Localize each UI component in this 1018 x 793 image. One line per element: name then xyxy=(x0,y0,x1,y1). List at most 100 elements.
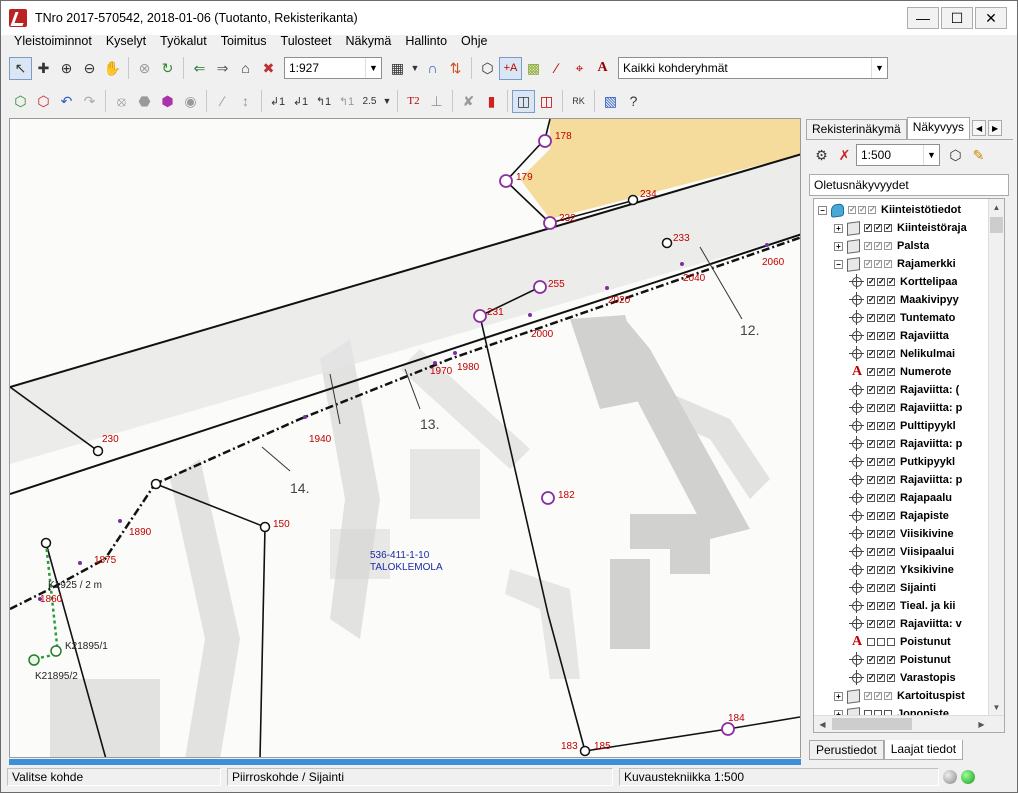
visibility-checkbox[interactable]: ✓ xyxy=(848,206,856,214)
visibility-checkbox[interactable]: ✓ xyxy=(868,206,876,214)
visibility-checkbox[interactable]: ✓ xyxy=(867,350,875,358)
visibility-checkbox[interactable]: ✓ xyxy=(884,692,892,700)
crosshair-icon[interactable]: ✚ xyxy=(32,57,55,80)
split-view-icon[interactable]: ◫ xyxy=(535,90,558,113)
tree-row[interactable]: ✓ ✓ ✓ Yksikivine xyxy=(849,561,954,579)
visibility-checkbox[interactable]: ✓ xyxy=(887,584,895,592)
tree-row[interactable]: ✓ ✓ ✓ Viisikivine xyxy=(849,525,954,543)
visibility-checkbox[interactable]: ✓ xyxy=(877,278,885,286)
number-point-2-icon[interactable]: ↲1 xyxy=(289,90,312,113)
tree-row[interactable]: + ✓ ✓ ✓ Kartoituspist xyxy=(834,687,965,705)
visibility-checkbox[interactable]: ✓ xyxy=(867,620,875,628)
expand-icon[interactable]: + xyxy=(834,691,843,701)
visibility-checkbox[interactable]: ✓ xyxy=(867,458,875,466)
visibility-checkbox[interactable]: ✓ xyxy=(877,296,885,304)
tree-row[interactable]: ✓ ✓ ✓ Varastopis xyxy=(849,669,956,687)
tree-row[interactable]: ✓ ✓ ✓ Korttelipaa xyxy=(849,273,957,291)
back-arrow-icon[interactable]: ⇐ xyxy=(188,57,211,80)
visibility-checkbox[interactable]: ✓ xyxy=(887,350,895,358)
visibility-checkbox[interactable]: ✓ xyxy=(877,494,885,502)
tree-row[interactable]: ✓ ✓ ✓ Rajaviitta: v xyxy=(849,615,962,633)
tab-rekisterinakyma[interactable]: Rekisterinäkymä xyxy=(806,119,907,139)
object-group-combo[interactable]: Kaikki kohderyhmät ▼ xyxy=(618,57,888,79)
visibility-checkbox[interactable]: ✓ xyxy=(877,512,885,520)
tab-nakyvyys[interactable]: Näkyvyys xyxy=(906,117,971,139)
map-canvas[interactable]: 178 179 234 232 233 2060 2040 12. 255 20… xyxy=(9,118,801,758)
visibility-checkbox[interactable]: ✓ xyxy=(867,566,875,574)
tree-row[interactable]: ✓ ✓ ✓ Tieal. ja kii xyxy=(849,597,955,615)
layout-icon[interactable]: ▧ xyxy=(599,90,622,113)
visibility-checkbox[interactable]: ✓ xyxy=(877,458,885,466)
vertical-scrollbar[interactable]: ▲ ▼ xyxy=(988,199,1004,716)
visibility-checkbox[interactable]: ✓ xyxy=(874,260,882,268)
visibility-checkbox[interactable]: ✓ xyxy=(867,386,875,394)
visibility-checkbox[interactable]: ✓ xyxy=(887,368,895,376)
tab-laajat-tiedot[interactable]: Laajat tiedot xyxy=(883,740,964,760)
minimize-button[interactable]: — xyxy=(907,7,939,29)
visibility-checkbox[interactable]: ✓ xyxy=(867,602,875,610)
visibility-checkbox[interactable]: ✓ xyxy=(867,296,875,304)
measure-icon[interactable]: ∕ xyxy=(211,90,234,113)
menu-yleistoiminnot[interactable]: Yleistoiminnot xyxy=(7,32,99,50)
cube-icon[interactable]: ⬡ xyxy=(944,144,967,167)
visibility-checkbox[interactable]: ✓ xyxy=(867,422,875,430)
horizontal-scrollbar[interactable]: ◀ ▶ xyxy=(814,715,1004,732)
visibility-checkbox[interactable]: ✓ xyxy=(887,296,895,304)
visibility-checkbox[interactable]: ✓ xyxy=(867,548,875,556)
draw-line-icon[interactable]: ∕ xyxy=(545,57,568,80)
step-icon[interactable]: 2.5 xyxy=(358,90,381,113)
visibility-checkbox[interactable]: ✓ xyxy=(877,602,885,610)
undo-icon[interactable]: ↶ xyxy=(55,90,78,113)
chevron-down-icon[interactable]: ▼ xyxy=(365,58,381,78)
add-text-icon[interactable]: +A xyxy=(499,56,522,80)
delete-object-icon[interactable]: ⬡ xyxy=(32,90,55,113)
visibility-profile[interactable]: Oletusnäkyvyydet xyxy=(809,174,1009,196)
visibility-checkbox[interactable]: ✓ xyxy=(877,656,885,664)
cube-icon[interactable]: ⬡ xyxy=(476,57,499,80)
eye-icon[interactable]: ◉ xyxy=(179,90,202,113)
cube-icon[interactable]: ⬡ xyxy=(9,90,32,113)
renumber-icon[interactable]: ↰1 xyxy=(312,90,335,113)
visibility-checkbox[interactable]: ✓ xyxy=(887,422,895,430)
visibility-checkbox[interactable]: ✓ xyxy=(867,440,875,448)
number-point-icon[interactable]: ↲1 xyxy=(266,90,289,113)
layer-visible-icon[interactable]: ⚙ xyxy=(810,144,833,167)
visibility-checkbox[interactable]: ✓ xyxy=(864,692,872,700)
tree-row[interactable]: ✓ ✓ ✓ Maakivipyy xyxy=(849,291,959,309)
visibility-checkbox[interactable]: ✓ xyxy=(867,656,875,664)
visibility-checkbox[interactable]: ✓ xyxy=(867,332,875,340)
visibility-checkbox[interactable]: ✓ xyxy=(887,440,895,448)
scroll-up-icon[interactable]: ▲ xyxy=(989,200,1004,215)
tree-row[interactable]: ✓ ✓ ✓ Nelikulmai xyxy=(849,345,955,363)
refresh-icon[interactable]: ↻ xyxy=(156,57,179,80)
tree-row[interactable]: + ✓ ✓ ✓ Palsta xyxy=(834,237,929,255)
menu-ohje[interactable]: Ohje xyxy=(454,32,494,50)
renumber-all-icon[interactable]: ↰1 xyxy=(335,90,358,113)
tab-scroll-right-icon[interactable]: ▶ xyxy=(988,120,1003,136)
tree-row[interactable]: ✓ ✓ ✓ Rajapaalu xyxy=(849,489,952,507)
visibility-checkbox[interactable]: ✓ xyxy=(887,512,895,520)
split-icon[interactable]: ⦻ xyxy=(110,90,133,113)
menu-toimitus[interactable]: Toimitus xyxy=(214,32,274,50)
tree-row[interactable]: − ✓ ✓ ✓ Kiinteistötiedot xyxy=(818,201,961,219)
hatch-area-icon[interactable]: ▩ xyxy=(522,57,545,80)
label-rk-icon[interactable]: RK xyxy=(567,90,590,113)
visibility-checkbox[interactable]: ✓ xyxy=(884,242,892,250)
tree-row[interactable]: ✓ ✓ ✓ Rajapiste xyxy=(849,507,949,525)
scroll-left-icon[interactable]: ◀ xyxy=(815,717,830,732)
tree-row[interactable]: − ✓ ✓ ✓ Rajamerkki xyxy=(834,255,956,273)
scale-combo[interactable]: 1:927 ▼ xyxy=(284,57,382,79)
text-tool-icon[interactable]: A xyxy=(591,57,614,80)
menu-tyokalut[interactable]: Työkalut xyxy=(153,32,214,50)
eraser-icon[interactable]: ▮ xyxy=(480,90,503,113)
chevron-down-icon[interactable]: ▼ xyxy=(871,58,887,78)
visibility-checkbox[interactable]: ✓ xyxy=(887,656,895,664)
scroll-thumb[interactable] xyxy=(990,217,1003,233)
collapse-icon[interactable]: − xyxy=(818,205,827,215)
visibility-checkbox[interactable]: ✓ xyxy=(858,206,866,214)
chevron-down-icon[interactable]: ▼ xyxy=(923,145,939,165)
visibility-checkbox[interactable]: ✓ xyxy=(864,242,872,250)
edit-vertex-icon[interactable]: ✘ xyxy=(457,90,480,113)
help-icon[interactable]: ? xyxy=(622,90,645,113)
forward-arrow-icon[interactable]: ⇒ xyxy=(211,57,234,80)
